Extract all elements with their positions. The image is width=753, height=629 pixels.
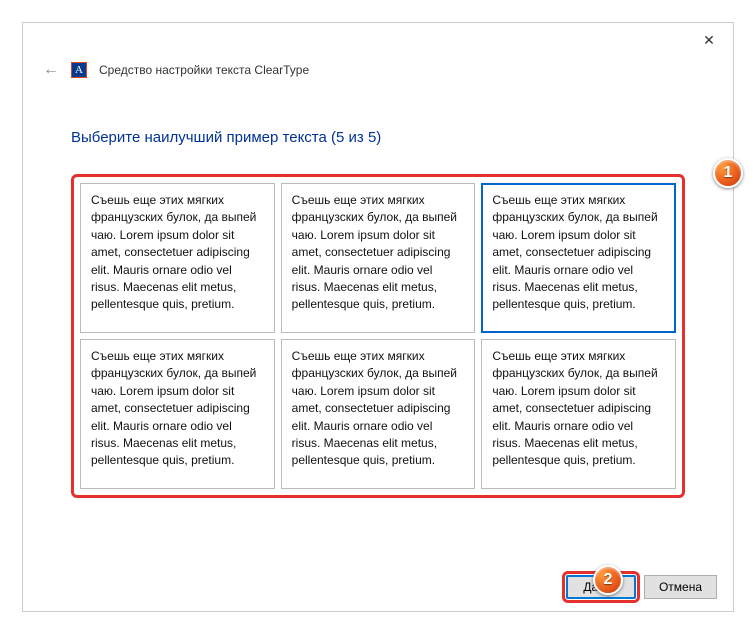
close-button[interactable]: ✕ [689,26,729,54]
app-title: Средство настройки текста ClearType [99,63,309,77]
titlebar: ✕ [23,23,733,57]
cancel-button[interactable]: Отмена [644,575,717,599]
header-row: ← A Средство настройки текста ClearType [23,57,733,83]
text-sample-2[interactable]: Съешь еще этих мягких французских булок,… [281,183,476,333]
text-sample-3[interactable]: Съешь еще этих мягких французских булок,… [481,183,676,333]
text-sample-5[interactable]: Съешь еще этих мягких французских булок,… [281,339,476,489]
annotation-badge-2: 2 [593,565,623,595]
back-arrow-icon[interactable]: ← [43,62,59,78]
dialog-window: ✕ ← A Средство настройки текста ClearTyp… [22,22,734,612]
sample-grid: Съешь еще этих мягких французских булок,… [71,174,685,498]
close-icon: ✕ [703,32,715,49]
dialog-footer: Далее Отмена [566,575,717,599]
content-area: Выберите наилучший пример текста (5 из 5… [23,83,733,498]
page-heading: Выберите наилучший пример текста (5 из 5… [71,129,685,146]
text-sample-6[interactable]: Съешь еще этих мягких французских булок,… [481,339,676,489]
annotation-badge-1: 1 [713,158,743,188]
text-sample-4[interactable]: Съешь еще этих мягких французских булок,… [80,339,275,489]
app-icon: A [71,62,87,78]
text-sample-1[interactable]: Съешь еще этих мягких французских булок,… [80,183,275,333]
